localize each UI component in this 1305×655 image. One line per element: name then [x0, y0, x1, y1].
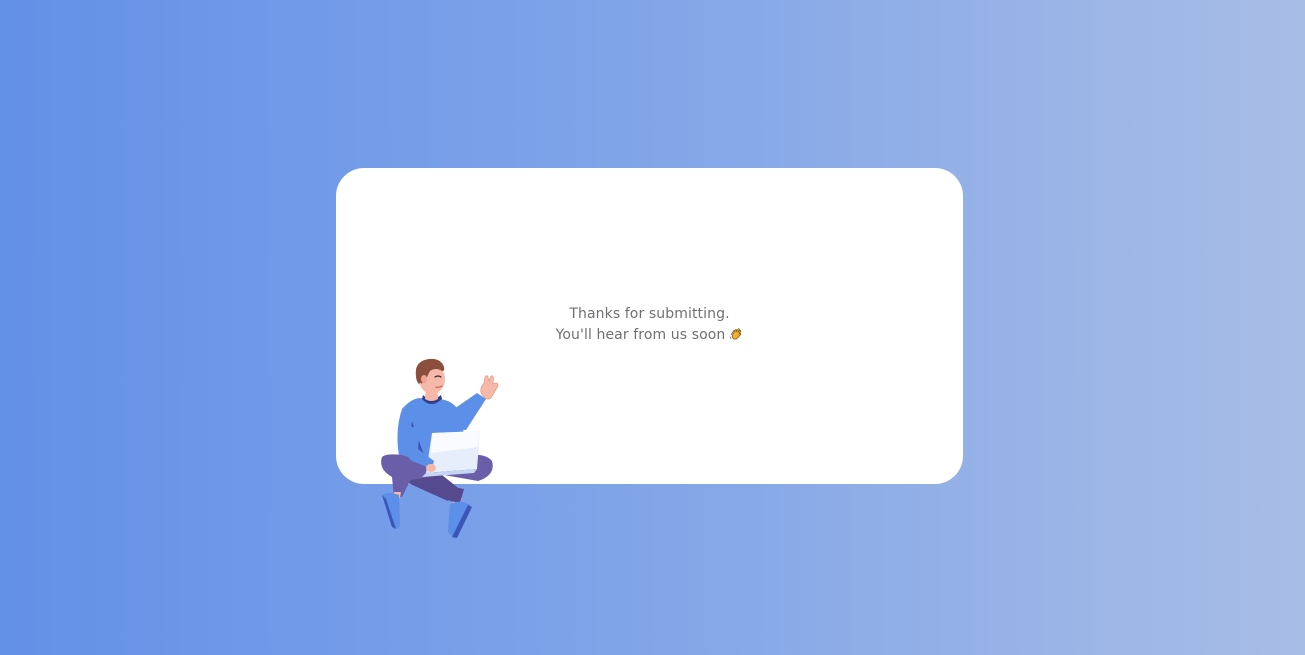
confirmation-line-1: Thanks for submitting. [569, 306, 730, 322]
confirmation-line-2: You'll hear from us soon [555, 327, 726, 343]
confirmation-line-2-wrapper: You'll hear from us soon [336, 325, 963, 346]
person-with-laptop-illustration [381, 358, 499, 538]
confirmation-message: Thanks for submitting. You'll hear from … [336, 304, 963, 346]
clapping-hands-icon [730, 328, 742, 340]
